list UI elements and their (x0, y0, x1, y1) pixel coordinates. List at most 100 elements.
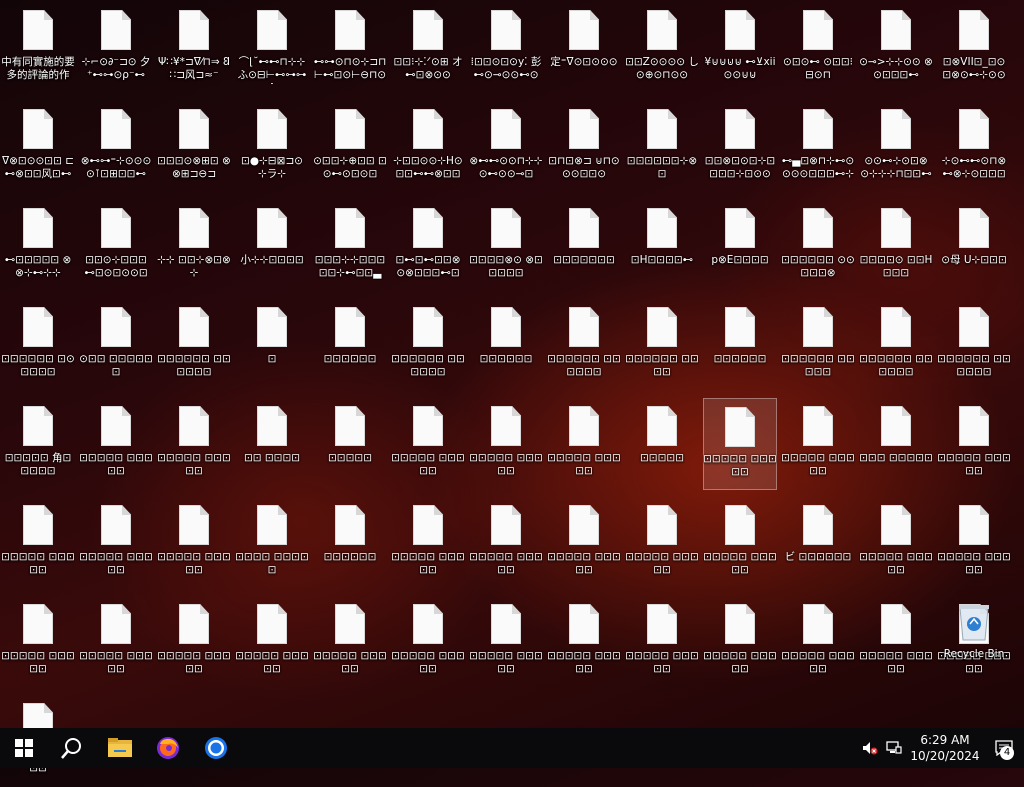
desktop-file-icon[interactable]: ⊡⊡⊡⊡⊡ ⊡⊡⊡⊡⊡ (859, 497, 933, 589)
desktop-file-icon[interactable]: ⊹⊹ ⊡⊡⊹⊗⊡⊗⊹ (157, 200, 231, 292)
desktop-file-icon[interactable]: 小⊹⊹⊡⊡⊡⊡ (235, 200, 309, 292)
desktop-file-icon[interactable]: p⊗E⊡⊡⊡⊡ (703, 200, 777, 292)
desktop-file-icon[interactable]: ⊡⊡⊡⊡⊡ ⊡⊡⊡⊡⊡ (157, 398, 231, 490)
desktop-file-icon[interactable]: ⊙⊡⊡ ⊡⊡⊡⊡⊡⊡ (79, 299, 153, 391)
firefox-button[interactable] (144, 728, 192, 768)
search-button[interactable] (48, 728, 96, 768)
desktop-file-icon[interactable]: ⊡⊡⊙⊹⊡⊡⊡ ⊷⊡⊙⊡⊙⊙⊡ (79, 200, 153, 292)
file-explorer-button[interactable] (96, 728, 144, 768)
action-center-button[interactable]: 4 (984, 728, 1024, 768)
desktop-file-icon[interactable]: ⊡⊡⊡⊡⊡ ⊡⊡⊡⊡⊡ (469, 398, 543, 490)
desktop-file-icon[interactable]: ⊹⊡⊡⊙⊙⊹H⊙ ⊡⊡⊷⊷⊗⊡⊡ (391, 101, 465, 193)
desktop-file-icon[interactable]: ⊡⊡⊡⊡⊡ ⊡⊡⊡⊡⊡ (547, 596, 621, 688)
desktop-file-icon[interactable]: ⊡⊡⊡⊡⊡ (625, 398, 699, 490)
desktop-file-icon[interactable]: ⊡⊡⊡⊡⊡⊡⊹⊗⊡ (625, 101, 699, 193)
desktop-file-icon[interactable]: ビ ⊡⊡⊡⊡⊡⊡ (781, 497, 855, 589)
desktop-file-icon[interactable]: ⊡⊡⊡⊡⊡ 角⊡⊡⊡⊡⊡ (1, 398, 75, 490)
desktop-file-icon[interactable]: ⊷⊶⊙⊓⊙⊹⊐⊓ ⊢⊷⊡⊙⊢⊖⊓⊙ (313, 2, 387, 94)
desktop-file-icon[interactable]: ⊡⊡⊡⊡⊗⊙ ⊗⊡⊡⊡⊡⊡ (469, 200, 543, 292)
desktop-file-icon[interactable]: ⊡⊡⊡⊡⊡ ⊡⊡⊡⊡⊡ (469, 497, 543, 589)
desktop-file-icon[interactable]: ⊡H⊡⊡⊡⊡⊷ (625, 200, 699, 292)
desktop-file-icon[interactable]: ⊡⊡⊡⊡⊡ ⊡⊡⊡⊡⊡ (313, 596, 387, 688)
desktop-file-icon[interactable]: ⊡⊡⊡⊡⊡ ⊡⊡⊡⊡⊡ (79, 497, 153, 589)
desktop-file-icon[interactable]: Ψ∷¥*⊐ᐁ⁄⊓⇒ 𐐒∷⊐风⊐≈⁻ (157, 2, 231, 94)
start-button[interactable] (0, 728, 48, 768)
desktop-file-icon[interactable]: ¥⊍⊍⊍⊍ ⊷⊻xii⊙⊙⊍⊍ (703, 2, 777, 94)
desktop-file-icon[interactable]: ⊙⊸>⊹⊹⊙⊙ ⊗⊙⊡⊡⊡⊷ (859, 2, 933, 94)
desktop-file-icon[interactable]: ⊡⊡⊡⊹⊹⊡⊡⊡ ⊡⊡⊹⊷⊡⊡▃ (313, 200, 387, 292)
desktop-file-icon[interactable]: ⊡⊡⊡⊡⊡ ⊡⊡⊡⊡⊡ (781, 398, 855, 490)
desktop-file-icon[interactable]: ⊡⊡⊡⊡⊡⊡ ⊡⊡⊡⊡⊡⊡ (937, 299, 1011, 391)
desktop-file-icon[interactable]: ⊷⊡⊡⊡⊡⊡ ⊗⊗⊹⊷⊹⊹ (1, 200, 75, 292)
clock[interactable]: 6:29 AM 10/20/2024 (906, 732, 984, 764)
desktop-file-icon[interactable]: ⊡●⊹⊟⊠⊐⊙ ⊹ラ⊹ (235, 101, 309, 193)
desktop-file-icon[interactable]: ⊗⊷⊷⊙⊙⊓⊹⊹ ⊙⊷⊙⊙⊸⊡ (469, 101, 543, 193)
desktop-file-icon[interactable]: ⊡⊡⊡⊡⊡⊡ ⊡⊡⊡⊡ (625, 299, 699, 391)
desktop-file-icon[interactable]: ⊡⊡⊡⊡⊡ ⊡⊡⊡⊡⊡ (79, 398, 153, 490)
desktop-file-icon[interactable]: ⊡⊷⊡⊷⊡⊡⊗ ⊙⊗⊡⊡⊡⊷⊡ (391, 200, 465, 292)
desktop-file-icon[interactable]: ⊡⊡⊡⊡⊡⊡ (313, 497, 387, 589)
desktop-file-icon[interactable]: ⊡⊡⊡⊡⊡ ⊡⊡⊡⊡⊡ (1, 596, 75, 688)
network-button[interactable] (882, 728, 906, 768)
desktop-file-icon[interactable]: ᐁ⊗⊡⊙⊙⊡⊡ ⊏⊷⊗⊡⊡风⊡⊷ (1, 101, 75, 193)
desktop-file-icon[interactable]: ⊡⊡⊡⊡⊡ ⊡⊡⊡⊡⊡ (547, 497, 621, 589)
desktop-file-icon[interactable]: ⊡⊡⊡⊡⊡⊡ ⊡⊡⊡⊡⊡⊡ (859, 299, 933, 391)
desktop-file-icon[interactable]: ⊙⊙⊷⊹⊙⊡⊗ ⊙⊹⊹⊹⊓⊡⊡⊷ (859, 101, 933, 193)
desktop-file-icon[interactable]: ⊡⊡⊡⊡⊡⊡ ⊙⊙⊡⊡⊡⊗ (781, 200, 855, 292)
desktop-file-icon[interactable]: ⊡⊡⊡⊡⊡ ⊡⊡⊡⊡⊡ (703, 497, 777, 589)
recycle-bin[interactable]: Recycle Bin (937, 596, 1011, 688)
desktop-file-icon[interactable]: ⊡⊡⊡⊡⊡ ⊡⊡⊡⊡⊡ (547, 398, 621, 490)
desktop-file-icon[interactable]: ⊡⊡⊡⊡⊡⊡ (703, 299, 777, 391)
desktop-file-icon[interactable]: ⊡⊡⊡⊡⊡⊡ (469, 299, 543, 391)
desktop-file-icon[interactable]: ⊡⊓⊡⊗⊐ ⊍⊓⊙⊙⊙⊡⊡⊙ (547, 101, 621, 193)
desktop-file-icon[interactable]: ⊡⊡⊡⊡⊡ ⊡⊡⊡⊡⊡ (391, 596, 465, 688)
desktop-file-icon[interactable]: ⊡⊡⊡⊡⊡ ⊡⊡⊡⊡⊡ (703, 398, 777, 490)
desktop-file-icon[interactable]: ⊡⊡⊡⊡⊡⊡ (313, 299, 387, 391)
desktop-file-icon[interactable]: ⊙母 U⊹⊡⊡⊡ (937, 200, 1011, 292)
desktop-file-icon[interactable]: ⊡⊡⊗⊡⊙⊡⊹⊡ ⊡⊡⊡⊹⊡⊙⊙ (703, 101, 777, 193)
desktop-file-icon[interactable]: ⊡⊡⊡⊡⊡ ⊡⊡⊡⊡⊡ (391, 398, 465, 490)
desktop-file-icon[interactable]: ⊹⊙⊷⊷⊙⊓⊗ ⊷⊗⊹⊙⊡⊡⊡ (937, 101, 1011, 193)
desktop-file-icon[interactable]: ⊡⊡⊡⊡⊙ ⊡⊡H⊡⊡⊡ (859, 200, 933, 292)
desktop-file-icon[interactable]: ⁞⊡⊡⊙⊡⊙y⁚ 彭⊷⊙⊸⊙⊙⊷⊙ (469, 2, 543, 94)
desktop-file-icon[interactable]: ⊙⊡⊡⊹⊕⊡⊡ ⊡⊙⊷⊙⊡⊙⊡ (313, 101, 387, 193)
desktop-file-icon[interactable]: ⊡⊡⊡⊡⊡ ⊡⊡⊡⊡⊡ (937, 398, 1011, 490)
desktop-file-icon[interactable]: ⊡⊡⊡⊙⊗⊞⊡ ⊗⊗⊞⊐⊖⊐ (157, 101, 231, 193)
desktop-file-icon[interactable]: ⊡⊡⊡⊡⊡ ⊡⊡⊡⊡⊡ (235, 596, 309, 688)
desktop-file-icon[interactable]: ⊡⊡⊡⊡⊡ ⊡⊡⊡⊡⊡ (625, 596, 699, 688)
desktop-file-icon[interactable]: ⊡⊡⊡⊡ ⊡⊡⊡⊡⊡ (235, 497, 309, 589)
desktop-file-icon[interactable]: ⊡⊡⊡⊡⊡ ⊡⊡⊡⊡⊡ (469, 596, 543, 688)
desktop-file-icon[interactable]: ⊗⊷⊶⁼⊹⊙⊙⊙ ⊙⊺⊡⊞⊡⊡⊷ (79, 101, 153, 193)
desktop-file-icon[interactable]: ⊡⊡Z⊙⊙⊙⊙ し⊙⊕⊙⊓⊙⊙ (625, 2, 699, 94)
desktop[interactable]: 中有同實施的要 多的評論的作 ⊹⌐⊙∂⁻⊐⊙ 夕⁺⊷⊶⊙ρ⁻⊷ Ψ∷¥*⊐ᐁ⁄⊓⇒ … (0, 0, 1024, 774)
desktop-file-icon[interactable]: ⊡⊡⊡⊡⊡ (313, 398, 387, 490)
desktop-file-icon[interactable]: ⊡⊡⊡⊡⊡ ⊡⊡⊡⊡⊡ (1, 497, 75, 589)
desktop-file-icon[interactable]: 中有同實施的要 多的評論的作 (1, 2, 75, 94)
desktop-file-icon[interactable]: ⊹⌐⊙∂⁻⊐⊙ 夕⁺⊷⊶⊙ρ⁻⊷ (79, 2, 153, 94)
desktop-file-icon[interactable]: ⊡⊡⊡⊡⊡ ⊡⊡⊡⊡⊡ (703, 596, 777, 688)
desktop-file-icon[interactable]: ⊡⊡⊡⊡⊡⊡ ⊡⊡⊡⊡⊡⊡ (157, 299, 231, 391)
desktop-file-icon[interactable]: ⊡⊗VII⊡_⊡⊙ ⊡⊗⊙⊷⊹⊙⊙ (937, 2, 1011, 94)
desktop-file-icon[interactable]: ⊡⊡⊡⊡⊡⊡ ⊡⊡⊡⊡⊡⊡ (547, 299, 621, 391)
desktop-file-icon[interactable]: ⊡⊡⊡⊡⊡ ⊡⊡⊡⊡⊡ (157, 596, 231, 688)
desktop-file-icon[interactable]: ⊡⊡⊡⊡⊡ ⊡⊡⊡⊡⊡ (781, 596, 855, 688)
desktop-file-icon[interactable]: ⊡⊡⁝⊹⁚ᐟ⊙⊞ オ⊷⊡⊗⊙⊙ (391, 2, 465, 94)
volume-button[interactable] (858, 728, 882, 768)
chrome-button[interactable] (192, 728, 240, 768)
desktop-file-icon[interactable]: ⊡⊡⊡⊡⊡ ⊡⊡⊡⊡⊡ (937, 497, 1011, 589)
desktop-file-icon[interactable]: ⊡⊡⊡⊡⊡ ⊡⊡⊡⊡⊡ (391, 497, 465, 589)
desktop-file-icon[interactable]: ⊡⊡⊡⊡⊡ ⊡⊡⊡⊡⊡ (157, 497, 231, 589)
desktop-file-icon[interactable]: ⊡⊡ ⊡⊡⊡⊡ (235, 398, 309, 490)
desktop-file-icon[interactable]: ⊡ (235, 299, 309, 391)
desktop-file-icon[interactable]: ⊡⊡⊡⊡⊡⊡ ⊡⊡⊡⊡⊡ (781, 299, 855, 391)
desktop-file-icon[interactable]: ⊡⊡⊡⊡⊡⊡ ⊡⊡⊡⊡⊡⊡ (391, 299, 465, 391)
desktop-file-icon[interactable]: ⊡⊡⊡⊡⊡⊡⊡ (547, 200, 621, 292)
desktop-file-icon[interactable]: ⌒⌊˘⊷⊷⊓⊹⊹ ふ⊙⊟⊢⊷⊶⊶A (235, 2, 309, 94)
desktop-file-icon[interactable]: ⊡⊡⊡⊡⊡ ⊡⊡⊡⊡⊡ (79, 596, 153, 688)
desktop-file-icon[interactable]: ⊡⊡⊡⊡⊡⊡ ⊡⊙⊡⊡⊡⊡ (1, 299, 75, 391)
desktop-file-icon[interactable]: ⊡⊡⊡⊡⊡ ⊡⊡⊡⊡⊡ (859, 596, 933, 688)
desktop-file-icon[interactable]: 定⁼ᐁ⊙⊡⊙⊙⊙ (547, 2, 621, 94)
desktop-file-icon[interactable]: ⊙⊡⊙⊷ ⊙⊡⊡⁝⊟⊙⊓ (781, 2, 855, 94)
desktop-file-icon[interactable]: ⊡⊡⊡ ⊡⊡⊡⊡⊡ (859, 398, 933, 490)
desktop-file-icon[interactable]: ⊷▄⊡⊗⊓⊹⊷⊙ ⊙⊙⊙⊡⊡⊡⊷⊹ (781, 101, 855, 193)
